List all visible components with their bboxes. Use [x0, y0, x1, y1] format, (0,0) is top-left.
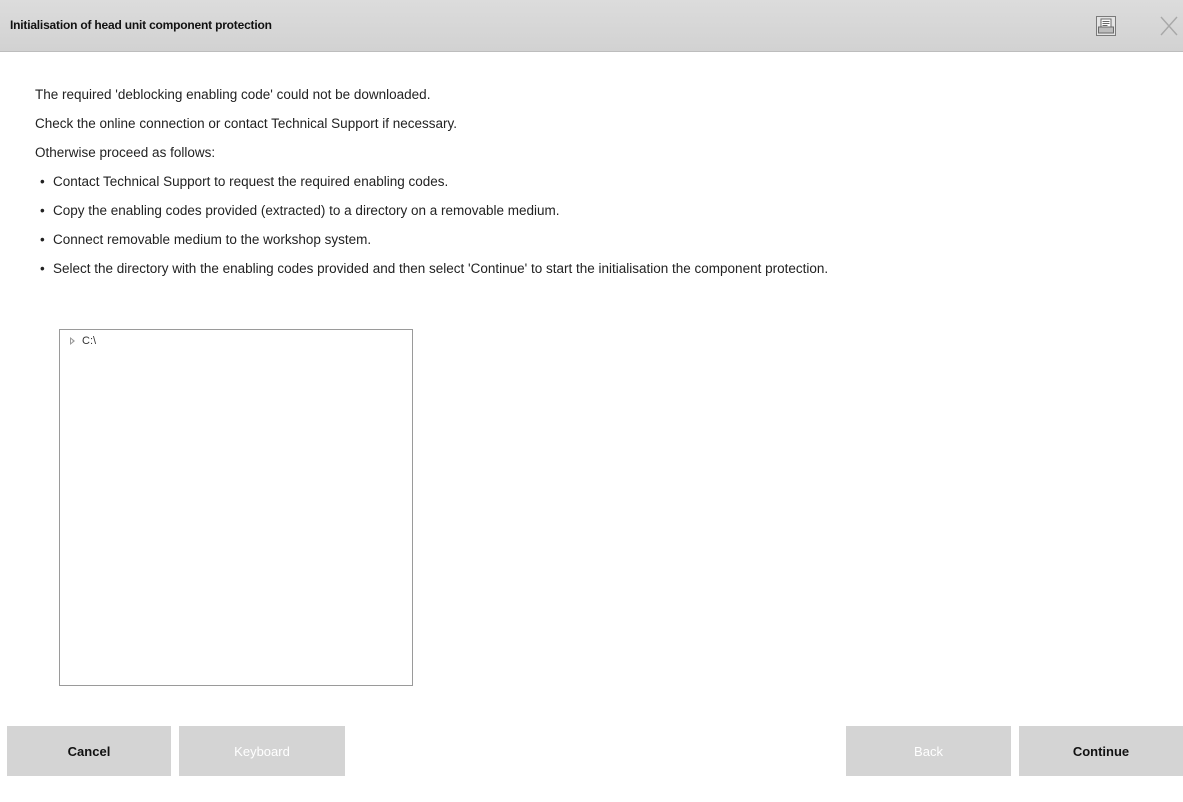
keyboard-button[interactable]: Keyboard — [179, 726, 345, 776]
instruction-text: Contact Technical Support to request the… — [53, 174, 449, 189]
title-bar: Initialisation of head unit component pr… — [0, 0, 1183, 52]
message-area: The required 'deblocking enabling code' … — [35, 85, 1155, 288]
bullet-icon: • — [40, 261, 45, 276]
message-line: Otherwise proceed as follows: — [35, 145, 216, 160]
tree-node-c-drive[interactable]: C:\ — [70, 335, 96, 347]
instruction-item: • Select the directory with the enabling… — [35, 259, 1155, 288]
expand-arrow-icon[interactable] — [70, 337, 75, 345]
instruction-text: Select the directory with the enabling c… — [53, 261, 829, 276]
directory-tree[interactable]: C:\ — [59, 329, 413, 686]
back-button[interactable]: Back — [846, 726, 1011, 776]
message-line: Check the online connection or contact T… — [35, 116, 457, 131]
dialog-window: Initialisation of head unit component pr… — [0, 0, 1183, 802]
bullet-icon: • — [40, 174, 45, 189]
bullet-icon: • — [40, 203, 45, 218]
print-button[interactable] — [1091, 12, 1121, 40]
window-title: Initialisation of head unit component pr… — [10, 18, 272, 32]
instruction-item: • Contact Technical Support to request t… — [35, 172, 1155, 201]
close-icon — [1160, 16, 1178, 36]
message-line: The required 'deblocking enabling code' … — [35, 87, 431, 102]
instruction-text: Copy the enabling codes provided (extrac… — [53, 203, 560, 218]
cancel-button[interactable]: Cancel — [7, 726, 171, 776]
instruction-text: Connect removable medium to the workshop… — [53, 232, 372, 247]
continue-button[interactable]: Continue — [1019, 726, 1183, 776]
instruction-item: • Connect removable medium to the worksh… — [35, 230, 1155, 259]
tree-node-label: C:\ — [82, 335, 97, 347]
instruction-item: • Copy the enabling codes provided (extr… — [35, 201, 1155, 230]
bullet-icon: • — [40, 232, 45, 247]
printer-icon — [1096, 16, 1116, 36]
close-button[interactable] — [1156, 12, 1182, 40]
